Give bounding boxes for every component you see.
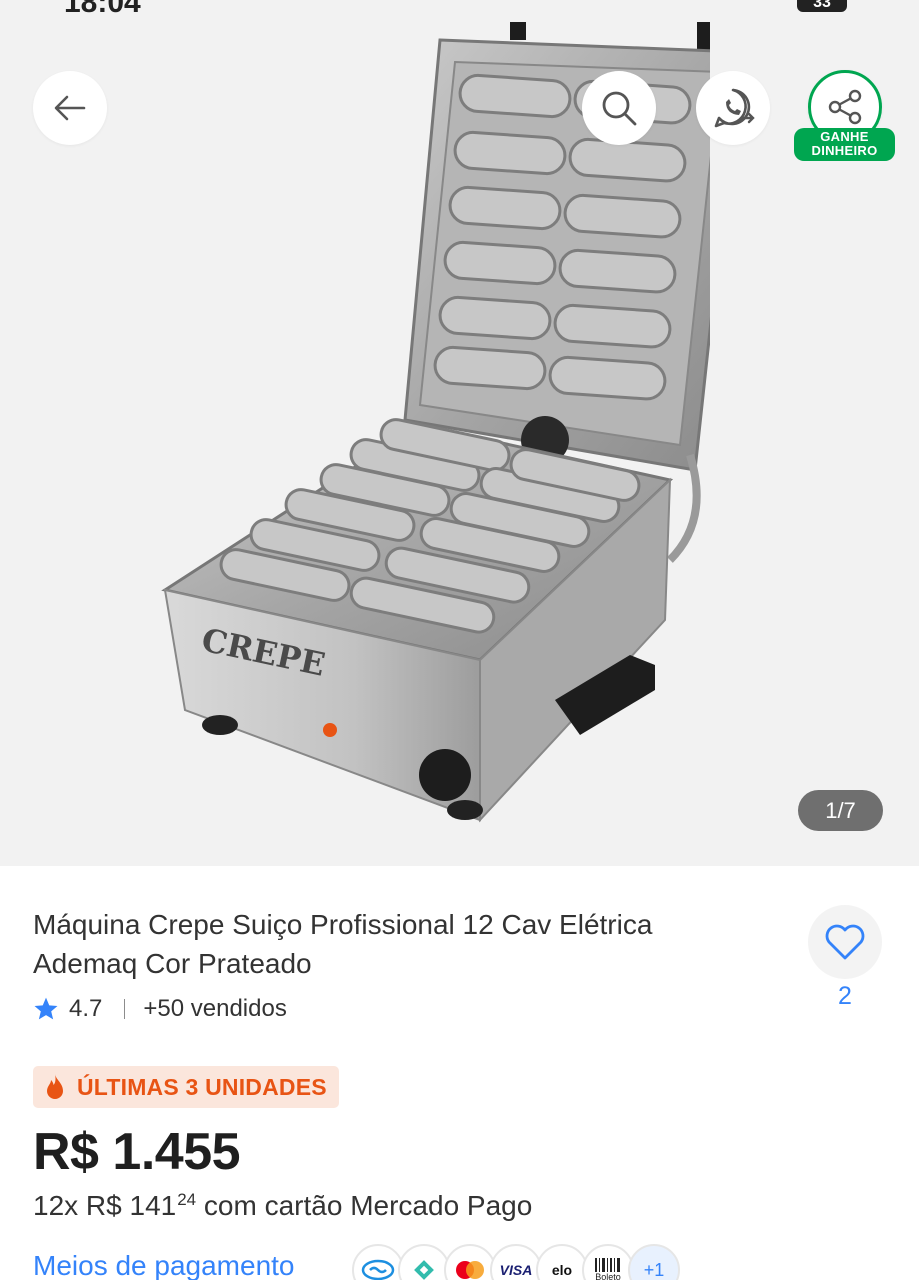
search-button[interactable] — [582, 71, 656, 145]
urgency-text: ÚLTIMAS 3 UNIDADES — [77, 1073, 327, 1100]
rating-divider — [124, 999, 126, 1019]
mercado-pago-icon — [352, 1244, 404, 1280]
favorites-count: 2 — [838, 982, 852, 1010]
visa-icon: VISA — [490, 1244, 542, 1280]
share-earn-badge[interactable]: GANHE DINHEIRO — [794, 128, 895, 161]
battery-icon: 33 — [797, 0, 847, 12]
image-page-counter: 1/7 — [798, 790, 883, 831]
rating-row[interactable]: 4.7 +50 vendidos — [33, 994, 287, 1024]
status-time: 18:04 — [64, 0, 141, 19]
urgency-badge: ÚLTIMAS 3 UNIDADES — [33, 1066, 339, 1108]
whatsapp-share-button[interactable] — [696, 71, 770, 145]
more-payment-methods-icon: +1 — [628, 1244, 680, 1280]
price: R$ 1.455 — [33, 1123, 241, 1181]
whatsapp-icon — [714, 88, 755, 128]
boleto-label: Boleto — [595, 1272, 621, 1280]
rating-value: 4.7 — [69, 995, 103, 1022]
sold-count: +50 vendidos — [143, 995, 287, 1022]
flame-icon — [47, 1074, 63, 1099]
elo-icon: elo — [536, 1244, 588, 1280]
payment-method-icons[interactable]: VISA elo Boleto +1 — [352, 1244, 680, 1280]
status-bar: 18:04 33 — [0, 0, 919, 22]
boleto-icon: Boleto — [582, 1244, 634, 1280]
product-title: Máquina Crepe Suiço Profissional 12 Cav … — [33, 909, 653, 979]
installments-method: com cartão Mercado Pago — [203, 1190, 533, 1221]
product-gallery[interactable]: CREPE GANHE DINHEIRO 1/7 — [0, 0, 919, 866]
heart-icon — [825, 924, 865, 960]
payment-methods-link[interactable]: Meios de pagamento — [33, 1250, 295, 1280]
installments-amount: 12x R$ 141 — [33, 1190, 177, 1221]
pix-icon — [398, 1244, 450, 1280]
installments-cents: 24 — [177, 1190, 197, 1209]
back-button[interactable] — [33, 71, 107, 145]
mastercard-icon — [444, 1244, 496, 1280]
star-icon — [34, 997, 58, 1020]
favorite-button[interactable] — [808, 905, 882, 979]
share-icon — [828, 89, 862, 125]
arrow-left-icon — [54, 95, 86, 121]
search-icon — [602, 91, 637, 126]
installments: 12x R$ 14124 com cartão Mercado Pago — [33, 1190, 532, 1222]
